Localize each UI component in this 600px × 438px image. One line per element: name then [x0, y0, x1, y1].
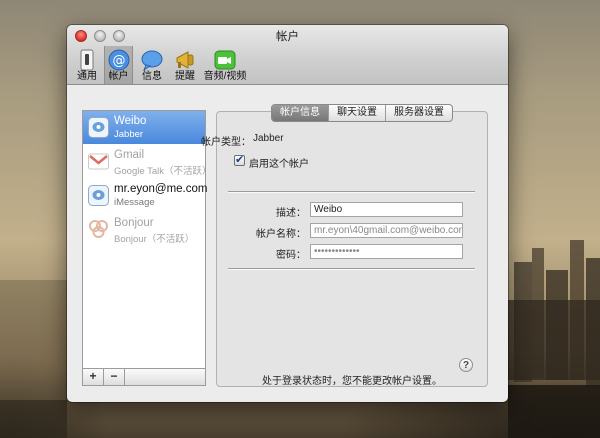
tab-server-settings[interactable]: 服务器设置: [385, 105, 452, 121]
accounts-preferences-window: 帐户 通用 @ 帐户 信息 提醒 音频/视频 Weibo Jabber Gmai…: [67, 25, 508, 402]
account-type-label: 帐户类型：: [201, 137, 251, 148]
account-name-field[interactable]: mr.eyon\40gmail.com@weibo.com: [310, 223, 463, 238]
accounts-list: Weibo Jabber Gmail Google Talk（不活跃） mr.e…: [82, 110, 212, 386]
add-account-button[interactable]: +: [83, 369, 104, 385]
toolbar-general[interactable]: 通用: [72, 46, 102, 84]
account-name: Bonjour: [114, 217, 154, 229]
account-item-gmail[interactable]: Gmail Google Talk（不活跃）: [83, 145, 212, 178]
toolbar-messages-label: 信息: [142, 71, 162, 82]
tab-chat-settings[interactable]: 聊天设置: [328, 105, 385, 121]
password-field[interactable]: •••••••••••••: [310, 244, 463, 259]
account-name: Gmail: [114, 149, 145, 161]
toolbar-audio-video[interactable]: 音频/视频: [202, 46, 248, 84]
account-type: Jabber: [114, 129, 144, 140]
account-item-imessage[interactable]: mr.eyon@me.com iMessage: [83, 179, 208, 212]
bonjour-icon: [89, 220, 108, 238]
enable-account-checkbox[interactable]: [234, 153, 245, 166]
account-type-value: Jabber: [253, 133, 284, 144]
account-item-bonjour[interactable]: Bonjour Bonjour（不活跃）: [83, 213, 205, 246]
account-name: Weibo: [114, 115, 147, 127]
account-name: mr.eyon@me.com: [114, 183, 208, 195]
description-label: 描述：: [276, 208, 306, 219]
tab-account-info[interactable]: 帐户信息: [272, 105, 328, 121]
toolbar-general-label: 通用: [77, 71, 97, 82]
remove-account-button[interactable]: −: [104, 369, 125, 385]
password-label: 密码：: [276, 250, 306, 261]
account-item-weibo[interactable]: Weibo Jabber: [83, 111, 205, 144]
preferences-toolbar: 帐户 通用 @ 帐户 信息 提醒 音频/视频: [67, 25, 508, 85]
account-type: Bonjour（不活跃）: [114, 234, 195, 245]
toolbar-alerts[interactable]: 提醒: [170, 46, 200, 84]
window-title: 帐户: [276, 31, 299, 43]
toolbar-alerts-label: 提醒: [175, 71, 195, 82]
separator: [228, 191, 475, 192]
account-detail-tabs: 帐户信息 聊天设置 服务器设置: [271, 104, 453, 122]
toolbar-messages[interactable]: 信息: [137, 46, 167, 84]
gmail-icon: [88, 153, 109, 170]
separator: [228, 268, 475, 269]
enable-account-label[interactable]: 启用这个帐户: [249, 155, 309, 170]
toolbar-audio-video-label: 音频/视频: [203, 71, 247, 82]
toolbar-accounts[interactable]: @ 帐户: [104, 46, 133, 84]
help-button[interactable]: ?: [459, 358, 473, 372]
account-name-label: 帐户名称：: [256, 229, 306, 240]
description-field[interactable]: Weibo: [310, 202, 463, 217]
accounts-list-footer: + −: [83, 368, 205, 385]
locked-settings-note: 处于登录状态时，您不能更改帐户设置。: [262, 376, 442, 387]
imessage-icon: [88, 185, 109, 206]
toolbar-accounts-label: 帐户: [108, 71, 129, 82]
account-type: Google Talk（不活跃）: [114, 166, 212, 177]
account-type: iMessage: [114, 197, 155, 208]
jabber-icon: [88, 117, 109, 138]
